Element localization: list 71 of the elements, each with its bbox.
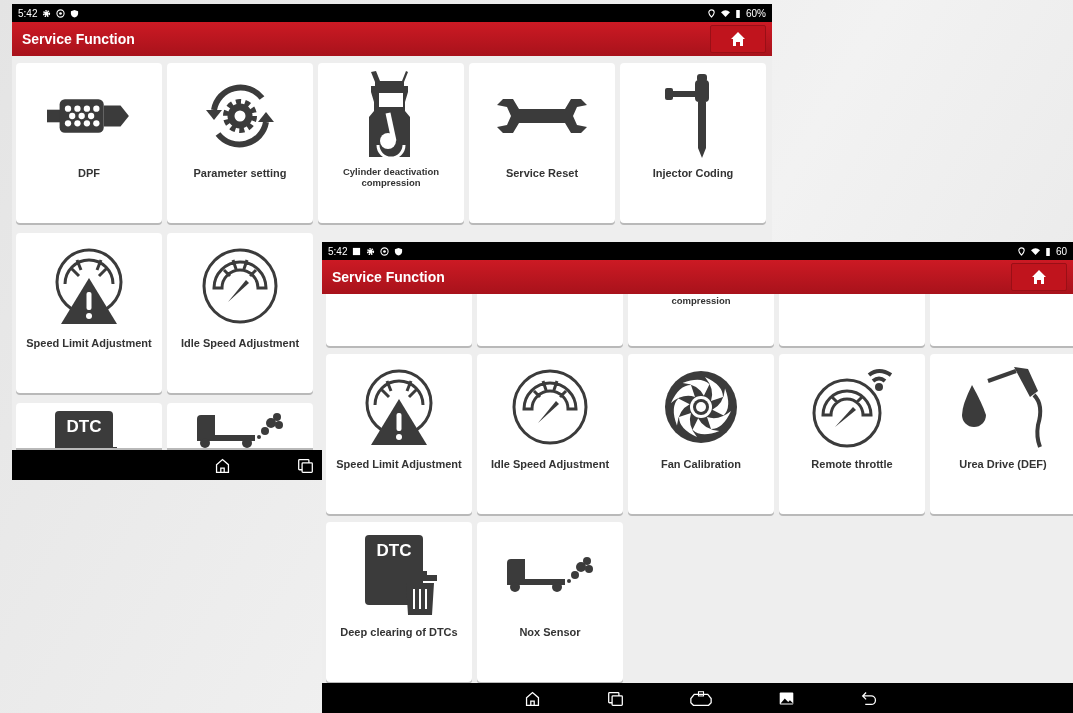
recent-apps-icon[interactable] [607, 689, 624, 707]
function-tile[interactable] [930, 294, 1073, 346]
home-icon[interactable] [524, 689, 541, 707]
tile-label: compression [670, 296, 732, 307]
truck-exhaust-icon [505, 555, 595, 595]
tile-label: Nox Sensor [518, 626, 582, 639]
function-tile[interactable]: Idle Speed Adjustment [477, 354, 623, 514]
function-tile[interactable]: DTC Deep clearing of DTCs [326, 522, 472, 682]
function-tile[interactable]: DPF [16, 63, 162, 223]
wifi-icon [721, 8, 730, 18]
home-button[interactable] [1011, 263, 1067, 291]
wifi-icon [1030, 246, 1040, 256]
location-icon [1016, 246, 1026, 256]
function-tile[interactable]: DTC [16, 403, 162, 448]
home-icon[interactable] [214, 456, 231, 474]
battery-icon [1044, 246, 1051, 256]
battery-percent: 60 [1055, 245, 1067, 257]
tile-label: Idle Speed Adjustment [179, 337, 301, 350]
wrench-icon [497, 99, 587, 133]
tile-label: DPF [77, 167, 101, 180]
sync-icon [380, 246, 390, 256]
tile-label: Remote throttle [810, 458, 894, 471]
function-tile[interactable]: Speed Limit Adjustment [16, 233, 162, 393]
battery-icon [735, 8, 741, 18]
tile-label: Service Reset [504, 167, 580, 180]
function-tile[interactable]: Cylinder deactivation compression [318, 63, 464, 223]
gear-icon [42, 8, 52, 18]
function-tile[interactable] [779, 294, 925, 346]
function-tile[interactable]: Idle Speed Adjustment [167, 233, 313, 393]
function-tile[interactable]: Parameter setting [167, 63, 313, 223]
shield-icon [70, 8, 80, 18]
tile-label: Parameter setting [192, 167, 288, 180]
shield-icon [394, 246, 404, 256]
tile-label: Injector Coding [651, 167, 735, 180]
truck-exhaust-icon [195, 411, 285, 448]
page-title: Service Function [332, 269, 445, 285]
home-button[interactable] [710, 25, 766, 53]
function-tile[interactable]: compression [628, 294, 774, 346]
back-icon[interactable] [861, 689, 878, 707]
tile-label: Fan Calibration [659, 458, 743, 471]
gauge-icon [200, 246, 280, 326]
tile-label: Speed Limit Adjustment [335, 458, 463, 471]
gauge-icon [510, 367, 590, 447]
sync-icon [56, 8, 66, 18]
tile-label: Cylinder deactivation compression [341, 167, 441, 189]
connector-icon[interactable] [690, 689, 712, 707]
tile-label: Urea Drive (DEF) [958, 458, 1048, 471]
tile-label: Speed Limit Adjustment [25, 337, 153, 350]
function-tile[interactable]: Remote throttle [779, 354, 925, 514]
image-icon [352, 246, 362, 256]
status-time: 5:42 [18, 7, 38, 19]
battery-percent: 60% [746, 7, 766, 19]
function-tile[interactable]: Fan Calibration [628, 354, 774, 514]
status-time: 5:42 [328, 245, 348, 257]
function-tile[interactable] [477, 294, 623, 346]
function-tile[interactable] [326, 294, 472, 346]
function-tile[interactable]: Nox Sensor [477, 522, 623, 682]
function-tile[interactable] [167, 403, 313, 448]
tile-label: Idle Speed Adjustment [489, 458, 611, 471]
function-tile[interactable]: Injector Coding [620, 63, 766, 223]
dtc-document-icon: DTC [55, 411, 113, 448]
function-tile[interactable]: Urea Drive (DEF) [930, 354, 1073, 514]
function-tile[interactable]: Service Reset [469, 63, 615, 223]
house-icon [730, 31, 746, 47]
gear-icon [366, 246, 376, 256]
house-icon [1031, 269, 1047, 285]
recent-apps-icon[interactable] [297, 456, 314, 474]
page-title: Service Function [22, 31, 135, 47]
function-tile[interactable]: Speed Limit Adjustment [326, 354, 472, 514]
location-icon [707, 8, 716, 18]
tile-label: Deep clearing of DTCs [339, 626, 459, 639]
